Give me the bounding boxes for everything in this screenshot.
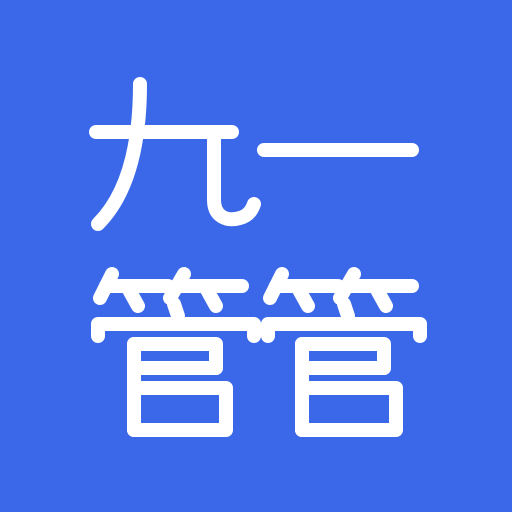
char-guan-2 <box>261 267 427 437</box>
app-icon <box>0 0 512 512</box>
char-jiu <box>89 77 261 231</box>
char-guan-1 <box>91 267 261 437</box>
app-logo-lettering <box>89 77 427 437</box>
